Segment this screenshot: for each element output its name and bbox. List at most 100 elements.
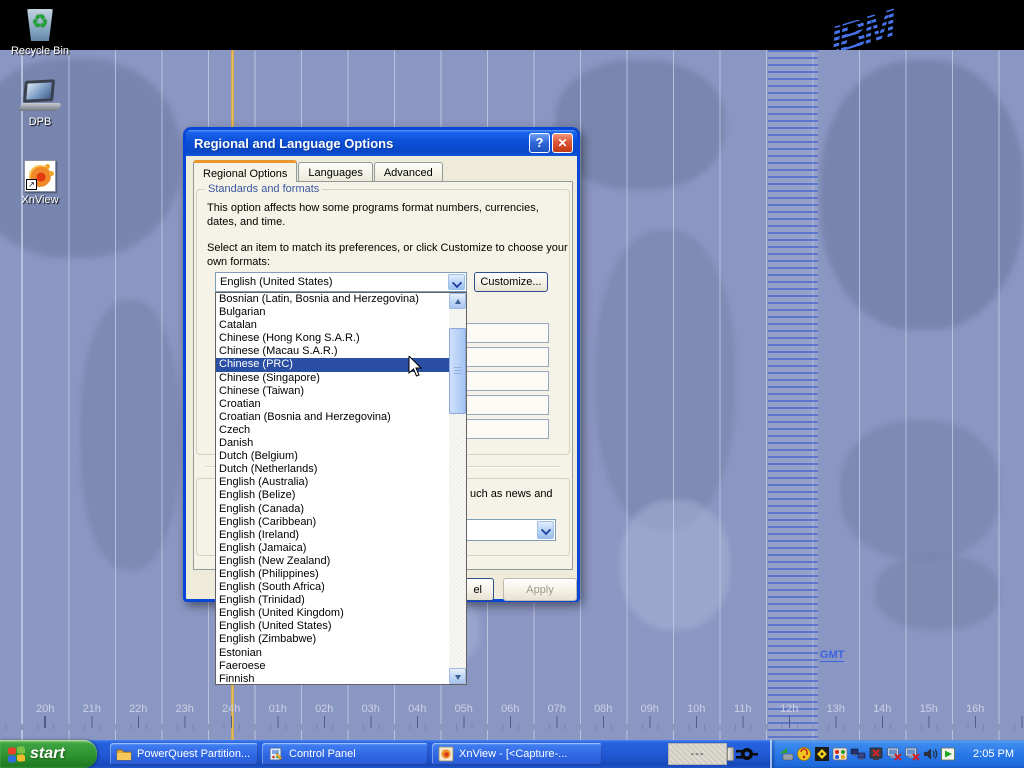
language-list-item[interactable]: Chinese (Taiwan) bbox=[216, 385, 449, 398]
recycle-symbol: ♻ bbox=[23, 11, 57, 34]
desktop-icon-xnview[interactable]: ↗ XnView bbox=[8, 160, 72, 206]
timezone-label: 07h bbox=[534, 703, 581, 715]
tray-display-play-icon[interactable] bbox=[940, 746, 957, 763]
task-label: XnView - [<Capture-... bbox=[459, 748, 567, 760]
language-list-item[interactable]: English (Trinidad) bbox=[216, 594, 449, 607]
format-combobox[interactable]: English (United States) bbox=[215, 272, 467, 292]
language-list-item[interactable]: English (United Kingdom) bbox=[216, 607, 449, 620]
xnview-ray bbox=[49, 171, 54, 176]
language-list-item[interactable]: English (Caribbean) bbox=[216, 516, 449, 529]
desktop-icon-recycle-bin[interactable]: ♻ Recycle Bin bbox=[8, 5, 72, 57]
help-button[interactable]: ? bbox=[529, 133, 550, 153]
task-button-powerquest[interactable]: PowerQuest Partition... bbox=[110, 743, 258, 765]
tray-computer-disconnected-icon-2[interactable] bbox=[904, 746, 921, 763]
recycle-bin-icon[interactable]: ♻ bbox=[23, 5, 57, 43]
combobox-dropdown-button[interactable] bbox=[448, 274, 465, 290]
language-list-item[interactable]: Czech bbox=[216, 424, 449, 437]
timezone-label: 11h bbox=[720, 703, 767, 715]
timezone-label: 04h bbox=[394, 703, 441, 715]
folder-icon bbox=[116, 746, 132, 762]
language-list-item[interactable]: English (United States) bbox=[216, 620, 449, 633]
deskband-text: --- bbox=[691, 748, 705, 760]
icon-label: DPB bbox=[8, 116, 72, 128]
desktop-icon-dpb[interactable]: DPB bbox=[8, 78, 72, 128]
timezone-label: 23h bbox=[162, 703, 209, 715]
timezone-label: 15h bbox=[906, 703, 953, 715]
tray-yellow-diamond-utility-icon[interactable] bbox=[814, 746, 831, 763]
tab-languages[interactable]: Languages bbox=[298, 162, 372, 181]
language-list-item[interactable]: English (Canada) bbox=[216, 503, 449, 516]
regional-and-language-options-dialog: Regional and Language Options ? ✕ Region… bbox=[183, 127, 580, 602]
taskbar-clock[interactable]: 2:05 PM bbox=[973, 748, 1014, 760]
language-list-item[interactable]: Catalan bbox=[216, 319, 449, 332]
language-list-item[interactable]: English (Australia) bbox=[216, 476, 449, 489]
timezone-scale: 20h21h22h23h24h01h02h03h04h05h06h07h08h0… bbox=[22, 703, 1000, 715]
timezone-label: 16h bbox=[952, 703, 999, 715]
tray-volume-icon[interactable] bbox=[922, 746, 939, 763]
xnview-icon[interactable]: ↗ bbox=[24, 160, 56, 192]
icon-label: XnView bbox=[8, 194, 72, 206]
tray-computer-disconnected-icon[interactable] bbox=[886, 746, 903, 763]
language-list-item[interactable]: English (Jamaica) bbox=[216, 542, 449, 555]
ibm-logo: IBM bbox=[828, 0, 958, 50]
tray-dark-red-x-icon[interactable] bbox=[868, 746, 885, 763]
task-button-control-panel[interactable]: Control Panel bbox=[262, 743, 428, 765]
language-list-item[interactable]: English (Ireland) bbox=[216, 529, 449, 542]
laptop-screen bbox=[23, 79, 55, 103]
language-list-item[interactable]: English (Philippines) bbox=[216, 568, 449, 581]
language-list-item[interactable]: English (Zimbabwe) bbox=[216, 633, 449, 646]
deskband[interactable]: --- bbox=[668, 743, 727, 765]
language-dropdown-list[interactable]: Bosnian (Latin, Bosnia and Herzegovina)B… bbox=[215, 292, 467, 685]
tab-regional-options[interactable]: Regional Options bbox=[193, 160, 297, 182]
close-button[interactable]: ✕ bbox=[552, 133, 573, 153]
start-label: start bbox=[30, 745, 65, 763]
language-list-item[interactable]: Bulgarian bbox=[216, 306, 449, 319]
gmt-meridian-band bbox=[768, 50, 818, 740]
timezone-label: 24h bbox=[208, 703, 255, 715]
language-list-item[interactable]: Finnish bbox=[216, 673, 449, 684]
timezone-label: 02h bbox=[301, 703, 348, 715]
top-black-band: IBM bbox=[0, 0, 1024, 50]
scroll-up-button[interactable] bbox=[449, 293, 466, 309]
task-label: PowerQuest Partition... bbox=[137, 748, 250, 760]
timezone-label: 08h bbox=[580, 703, 627, 715]
timezone-label: 12h bbox=[766, 703, 813, 715]
language-list-item[interactable]: Dutch (Netherlands) bbox=[216, 463, 449, 476]
tray-hardware-eject-icon[interactable] bbox=[778, 746, 795, 763]
tray-colored-dots-utility-icon[interactable] bbox=[832, 746, 849, 763]
deskband-handle[interactable] bbox=[727, 747, 734, 761]
timezone-label: 21h bbox=[69, 703, 116, 715]
tab-strip: Regional Options Languages Advanced bbox=[193, 160, 444, 181]
language-list-item[interactable]: Danish bbox=[216, 437, 449, 450]
customize-button[interactable]: Customize... bbox=[474, 272, 548, 292]
language-list-item[interactable]: English (South Africa) bbox=[216, 581, 449, 594]
language-list-item[interactable]: Chinese (Hong Kong S.A.R.) bbox=[216, 332, 449, 345]
language-list-item[interactable]: Faeroese bbox=[216, 660, 449, 673]
xnview-task-icon bbox=[438, 746, 454, 762]
apply-button: Apply bbox=[503, 578, 577, 601]
language-list-item[interactable]: Estonian bbox=[216, 647, 449, 660]
language-list-item[interactable]: English (Belize) bbox=[216, 489, 449, 502]
task-button-xnview[interactable]: XnView - [<Capture-... bbox=[432, 743, 602, 765]
scrollbar-thumb[interactable] bbox=[449, 328, 466, 414]
language-list-item[interactable]: Croatian bbox=[216, 398, 449, 411]
start-button[interactable]: start bbox=[0, 740, 97, 768]
laptop-base bbox=[18, 103, 62, 111]
language-list-item[interactable]: Croatian (Bosnia and Herzegovina) bbox=[216, 411, 449, 424]
laptop-icon[interactable] bbox=[18, 78, 62, 114]
tray-network-computers-icon[interactable] bbox=[850, 746, 867, 763]
desktop: GMT 20h21h22h23h24h01h02h03h04h05h06h07h… bbox=[0, 0, 1024, 768]
scroll-down-button[interactable] bbox=[449, 668, 466, 684]
tab-advanced[interactable]: Advanced bbox=[374, 162, 443, 181]
language-list-item[interactable]: English (New Zealand) bbox=[216, 555, 449, 568]
power-connector-icon[interactable] bbox=[736, 745, 758, 768]
timezone-label: 06h bbox=[487, 703, 534, 715]
shortcut-arrow-icon: ↗ bbox=[26, 179, 37, 190]
language-list-item[interactable]: Dutch (Belgium) bbox=[216, 450, 449, 463]
list-scrollbar[interactable] bbox=[449, 293, 466, 684]
timezone-label: 20h bbox=[22, 703, 69, 715]
language-list-item[interactable]: Bosnian (Latin, Bosnia and Herzegovina) bbox=[216, 293, 449, 306]
tray-yellow-round-status-icon[interactable] bbox=[796, 746, 813, 763]
dialog-titlebar[interactable]: Regional and Language Options ? ✕ bbox=[186, 130, 577, 156]
combobox-dropdown-button[interactable] bbox=[537, 521, 554, 539]
